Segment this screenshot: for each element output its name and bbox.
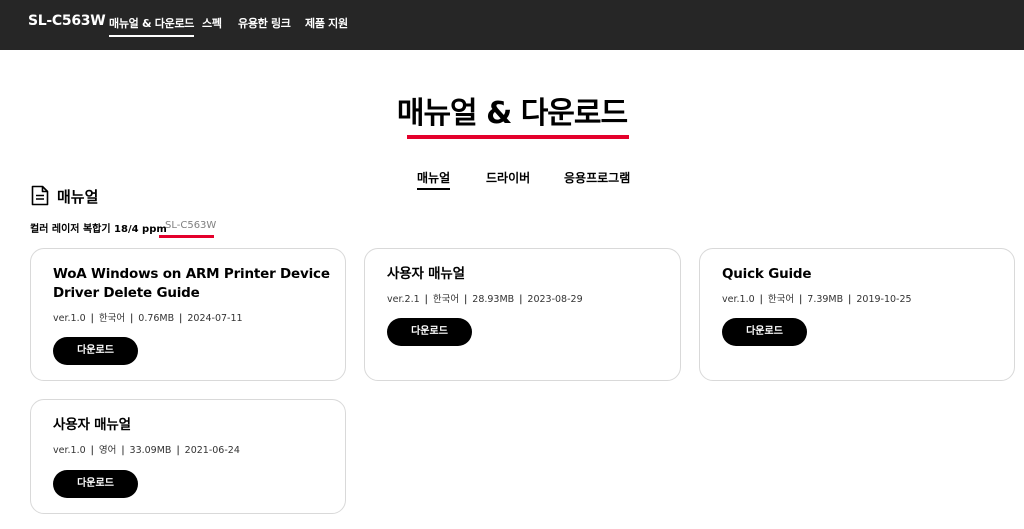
card-language: 한국어 (98, 313, 126, 324)
card-version: ver.2.1 (387, 294, 420, 305)
card-title: Quick Guide (722, 266, 812, 282)
document-icon (31, 185, 49, 206)
section-title: 매뉴얼 (57, 188, 99, 206)
model-underline (159, 235, 214, 238)
card-language: 영어 (98, 445, 117, 456)
tab-manual[interactable]: 매뉴얼 (417, 169, 451, 190)
title-underline (407, 135, 629, 139)
card-meta: ver.1.0 | 한국어 | 7.39MB | 2019-10-25 (722, 294, 912, 305)
manual-card: 사용자 매뉴얼 ver.2.1 | 한국어 | 28.93MB | 2023-08-29 다… (364, 248, 681, 381)
card-language: 한국어 (432, 294, 460, 305)
nav-manual-download[interactable]: 매뉴얼 & 다운로드 (109, 15, 194, 37)
card-size: 0.76MB (138, 313, 175, 324)
download-button[interactable]: 다운로드 (53, 337, 138, 365)
nav-useful-links[interactable]: 유용한 링크 (238, 15, 291, 31)
download-button[interactable]: 다운로드 (387, 318, 472, 346)
card-meta: ver.2.1 | 한국어 | 28.93MB | 2023-08-29 (387, 294, 583, 305)
card-version: ver.1.0 (722, 294, 755, 305)
model-name[interactable]: SL-C563W (28, 13, 106, 29)
tab-applications[interactable]: 응용프로그램 (564, 169, 630, 186)
download-button[interactable]: 다운로드 (53, 470, 138, 498)
card-version: ver.1.0 (53, 445, 86, 456)
card-size: 33.09MB (129, 445, 172, 456)
card-date: 2021-06-24 (184, 445, 240, 456)
card-title: 사용자 매뉴얼 (387, 266, 465, 282)
nav-product-support[interactable]: 제품 지원 (305, 15, 348, 31)
card-language: 한국어 (767, 294, 795, 305)
manual-card: WoA Windows on ARM Printer Device Driver… (30, 248, 346, 381)
card-version: ver.1.0 (53, 313, 86, 324)
manual-card: Quick Guide ver.1.0 | 한국어 | 7.39MB | 2019-10-2… (699, 248, 1015, 381)
tab-driver[interactable]: 드라이버 (486, 169, 530, 186)
card-date: 2024-07-11 (187, 313, 243, 324)
nav-spec[interactable]: 스펙 (202, 15, 222, 31)
card-title: WoA Windows on ARM Printer Device Driver… (53, 266, 330, 301)
top-nav-bar: SL-C563W 매뉴얼 & 다운로드 스펙 유용한 링크 제품 지원 (0, 0, 1024, 50)
manual-card: 사용자 매뉴얼 ver.1.0 | 영어 | 33.09MB | 2021-06-24 다운… (30, 399, 346, 514)
card-size: 28.93MB (472, 294, 515, 305)
card-title: 사용자 매뉴얼 (53, 417, 131, 433)
product-model-tag: SL-C563W (165, 220, 217, 231)
card-meta: ver.1.0 | 영어 | 33.09MB | 2021-06-24 (53, 445, 240, 456)
product-description: 컬러 레이저 복합기 18/4 ppm (30, 224, 167, 235)
page-title: 매뉴얼 & 다운로드 (396, 96, 628, 131)
card-size: 7.39MB (807, 294, 844, 305)
download-button[interactable]: 다운로드 (722, 318, 807, 346)
card-date: 2019-10-25 (856, 294, 912, 305)
card-meta: ver.1.0 | 한국어 | 0.76MB | 2024-07-11 (53, 313, 243, 324)
card-date: 2023-08-29 (527, 294, 583, 305)
